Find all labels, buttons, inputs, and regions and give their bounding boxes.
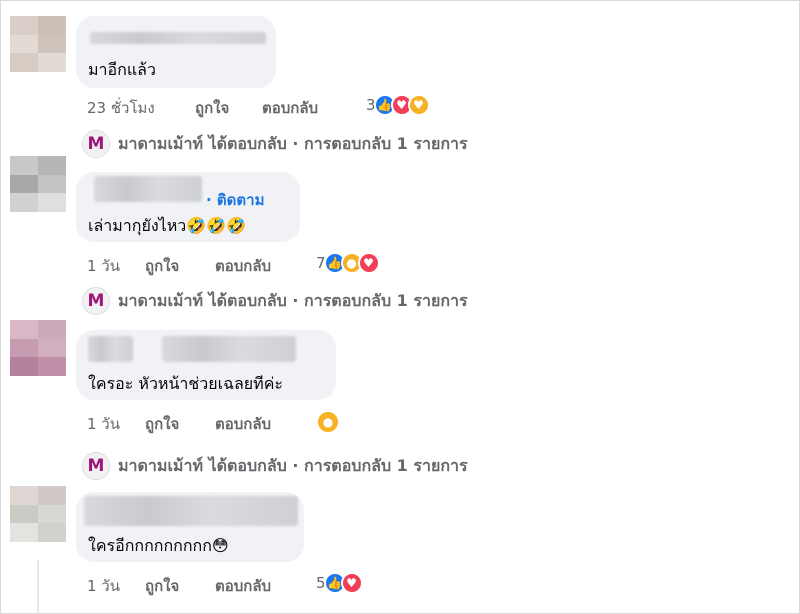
reaction-summary[interactable]: ●: [316, 410, 340, 434]
page-logo: M: [82, 287, 110, 315]
timestamp[interactable]: 1 วัน: [87, 412, 120, 436]
reply-button[interactable]: ตอบกลับ: [262, 96, 318, 120]
timestamp[interactable]: 23 ชั่วโมง: [87, 96, 155, 120]
author-name-blurred[interactable]: [88, 336, 133, 362]
author-name-blurred[interactable]: [94, 176, 202, 202]
haha-icon: ●: [316, 410, 340, 434]
author-name-blurred[interactable]: [90, 32, 266, 44]
timestamp[interactable]: 1 วัน: [87, 574, 120, 598]
timestamp[interactable]: 1 วัน: [87, 254, 120, 278]
comment-text: ใครอีกกกกกกกกก😳: [88, 536, 229, 555]
reply-summary: มาดามเม้าท์ ได้ตอบกลับ · การตอบกลับ 1 รา…: [118, 455, 468, 475]
avatar[interactable]: [10, 486, 66, 542]
reply-button[interactable]: ตอบกลับ: [215, 254, 271, 278]
comment-text: เล่ามากุยังไหว🤣🤣🤣: [88, 216, 247, 235]
avatar[interactable]: [10, 16, 66, 72]
author-name-blurred[interactable]: [162, 336, 296, 362]
reaction-summary[interactable]: 7 👍 ● ♥: [316, 252, 380, 274]
comment-bubble: · ติดตาม เล่ามากุยังไหว🤣🤣🤣: [76, 172, 300, 242]
reply-button[interactable]: ตอบกลับ: [215, 412, 271, 436]
comment-bubble: ใครอะ หัวหน้าช่วยเฉลยทีค่ะ: [76, 330, 336, 400]
view-replies[interactable]: M มาดามเม้าท์ ได้ตอบกลับ · การตอบกลับ 1 …: [82, 130, 468, 158]
like-button[interactable]: ถูกใจ: [145, 254, 179, 278]
love-icon: ♥: [340, 572, 363, 594]
like-button[interactable]: ถูกใจ: [145, 574, 179, 598]
comment-bubble: มาอีกแล้ว: [76, 16, 276, 88]
care-icon: ♥: [407, 94, 430, 116]
reply-button[interactable]: ตอบกลับ: [215, 574, 271, 598]
like-button[interactable]: ถูกใจ: [195, 96, 229, 120]
page-logo: M: [82, 452, 110, 480]
page-logo: M: [82, 130, 110, 158]
love-icon: ♥: [357, 252, 380, 274]
reaction-summary[interactable]: 3 👍 ♥ ♥: [366, 94, 430, 116]
avatar[interactable]: [10, 156, 66, 212]
reply-summary: มาดามเม้าท์ ได้ตอบกลับ · การตอบกลับ 1 รา…: [118, 290, 468, 310]
author-name-blurred[interactable]: [84, 496, 298, 526]
like-button[interactable]: ถูกใจ: [145, 412, 179, 436]
comment-bubble: ใครอีกกกกกกกกก😳: [76, 492, 304, 562]
view-replies[interactable]: M มาดามเม้าท์ ได้ตอบกลับ · การตอบกลับ 1 …: [82, 287, 468, 315]
reply-summary: มาดามเม้าท์ ได้ตอบกลับ · การตอบกลับ 1 รา…: [118, 133, 468, 153]
thread-line: [37, 560, 39, 614]
avatar[interactable]: [10, 320, 66, 376]
comment-text: มาอีกแล้ว: [88, 60, 156, 79]
reaction-summary[interactable]: 5 👍 ♥: [316, 572, 363, 594]
follow-button[interactable]: · ติดตาม: [206, 188, 264, 212]
view-replies[interactable]: M มาดามเม้าท์ ได้ตอบกลับ · การตอบกลับ 1 …: [82, 452, 468, 480]
comment-text: ใครอะ หัวหน้าช่วยเฉลยทีค่ะ: [88, 374, 284, 393]
